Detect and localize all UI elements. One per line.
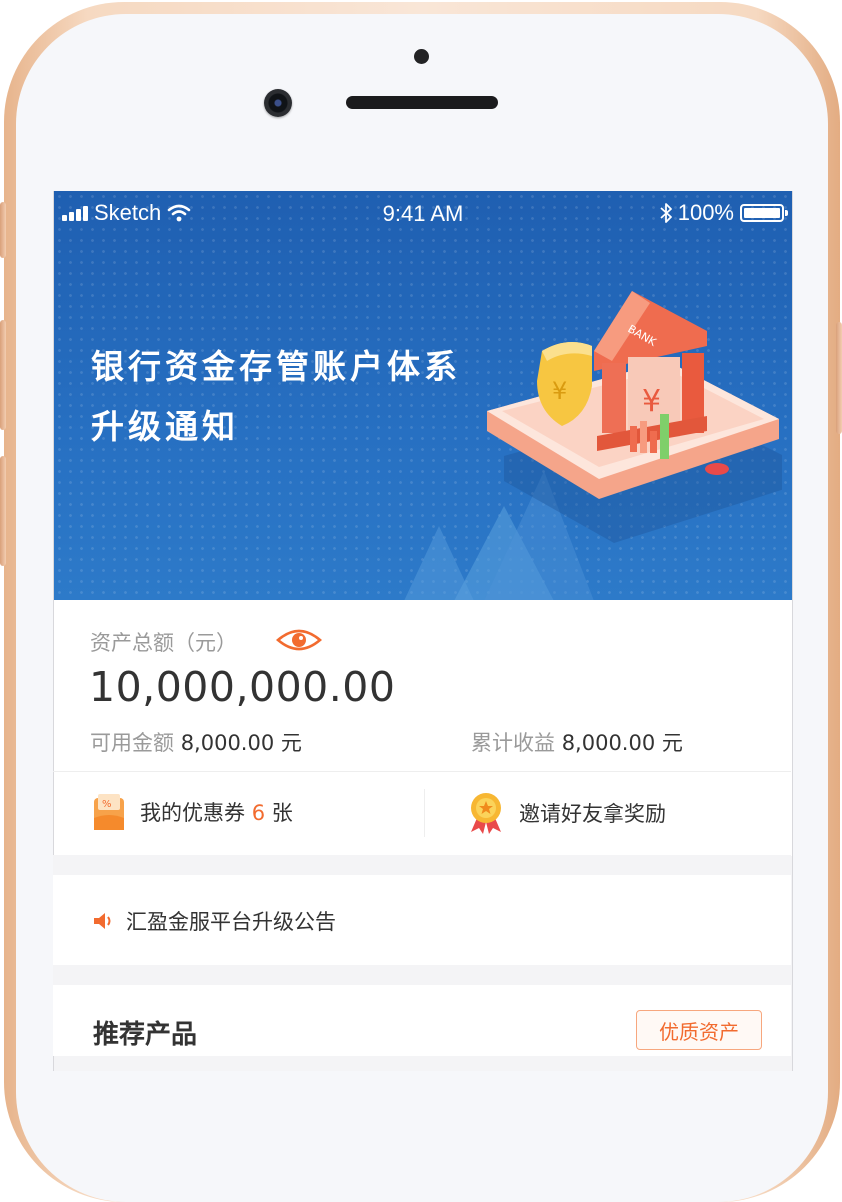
status-bar: Sketch 9:41 AM 100% — [54, 191, 792, 235]
cumulative-earnings-value: 8,000.00 元 — [561, 731, 683, 755]
banner-title: 银行资金存管账户体系 升级通知 — [91, 347, 461, 446]
invite-friends-button[interactable]: 邀请好友拿奖励 — [467, 792, 666, 834]
coupon-label: 我的优惠券 — [140, 801, 245, 825]
earpiece-speaker — [346, 96, 498, 109]
power-button — [836, 322, 842, 434]
available-amount-value: 8,000.00 元 — [180, 731, 302, 755]
eye-visibility-icon[interactable] — [276, 626, 322, 654]
section-gap — [53, 965, 791, 985]
card-divider — [53, 771, 791, 772]
battery-percent: 100% — [677, 200, 734, 225]
total-assets-label: 资产总额（元） — [90, 631, 237, 655]
bluetooth-icon — [660, 203, 672, 223]
battery-icon — [740, 204, 788, 222]
coupon-count: 6 — [251, 801, 266, 825]
coupon-unit: 张 — [271, 801, 293, 825]
front-camera-icon — [264, 89, 292, 117]
coupon-icon: % — [94, 794, 124, 830]
section-gap — [53, 855, 791, 875]
volume-up-button — [0, 320, 6, 430]
volume-down-button — [0, 456, 6, 566]
total-assets-value: 10,000,000.00 — [89, 663, 396, 711]
quality-assets-tag[interactable]: 优质资产 — [636, 1010, 762, 1050]
svg-text:¥: ¥ — [552, 377, 567, 405]
action-divider — [424, 789, 425, 837]
cumulative-earnings-row: 累计收益 8,000.00 元 — [471, 731, 683, 755]
notice-row[interactable]: 汇盈金服平台升级公告 — [92, 906, 336, 936]
mute-switch — [0, 202, 6, 258]
svg-text:¥: ¥ — [642, 384, 661, 419]
proximity-sensor — [414, 49, 429, 64]
svg-text:%: % — [102, 799, 112, 810]
available-amount-row: 可用金额 8,000.00 元 — [90, 731, 302, 755]
medal-icon — [471, 793, 501, 834]
promo-banner[interactable]: Sketch 9:41 AM 100% 银行资金存管账户体系 升级通知 BANK… — [54, 191, 792, 600]
speaker-announcement-icon — [94, 913, 111, 929]
bank-illustration-icon: BANK ¥ ¥ — [487, 291, 782, 543]
notice-text: 汇盈金服平台升级公告 — [126, 910, 336, 934]
my-coupons-button[interactable]: % 我的优惠券 6 张 — [92, 792, 293, 832]
recommend-title: 推荐产品 — [93, 1020, 198, 1050]
invite-label: 邀请好友拿奖励 — [519, 802, 666, 826]
